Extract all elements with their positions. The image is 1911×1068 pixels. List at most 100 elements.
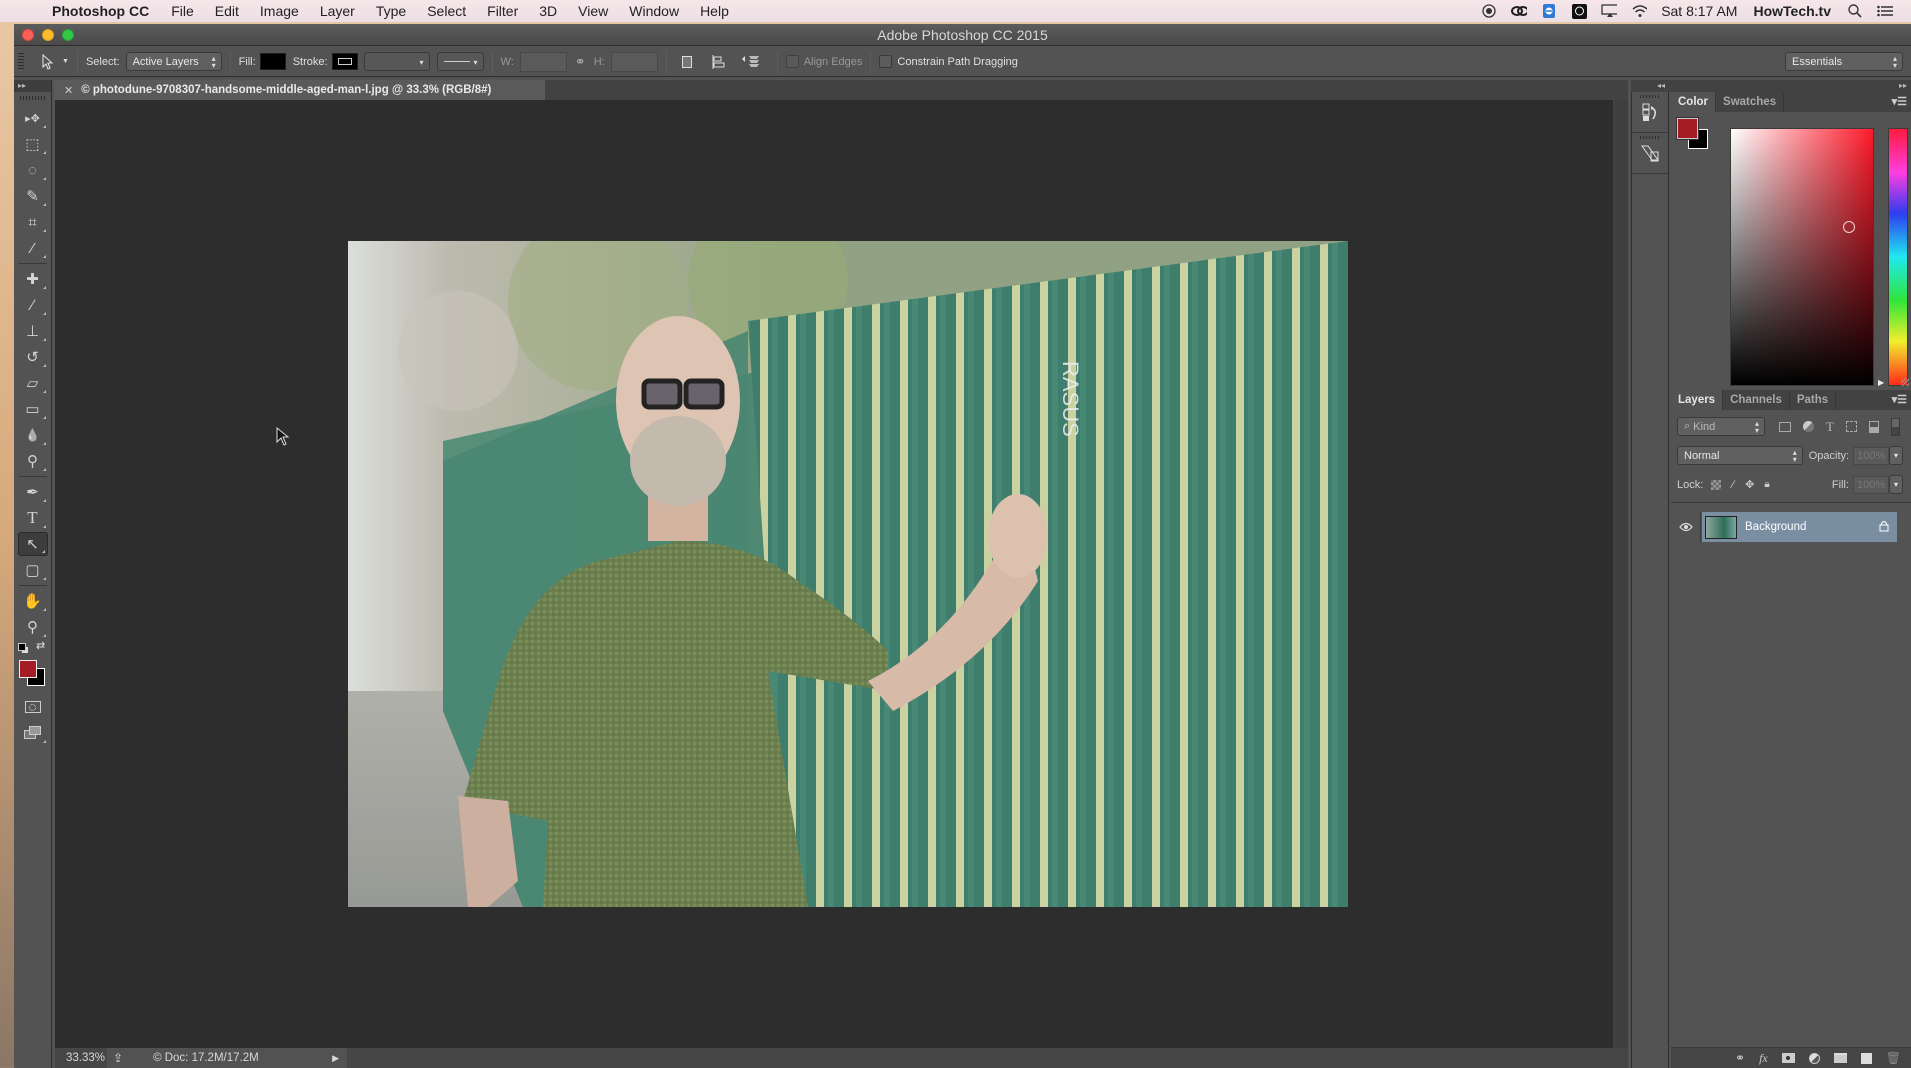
panel-menu-icon[interactable]: ▾☰ <box>1892 393 1907 406</box>
menu-layer[interactable]: Layer <box>320 3 355 19</box>
gradient-tool-button[interactable]: ▭ <box>18 397 48 421</box>
healing-brush-tool-button[interactable]: ✚ <box>18 267 48 291</box>
path-arrangement-button[interactable] <box>737 53 765 71</box>
filter-toggle-switch[interactable] <box>1890 417 1900 436</box>
zoom-level[interactable]: 33.33% <box>55 1052 107 1064</box>
creative-cloud-icon[interactable] <box>1511 3 1528 19</box>
layer-style-fx-icon[interactable]: fx <box>1759 1051 1768 1066</box>
tab-swatches[interactable]: Swatches <box>1716 92 1785 112</box>
wifi-icon[interactable] <box>1631 3 1648 19</box>
marquee-tool-button[interactable]: ⬚ <box>18 132 48 156</box>
swap-colors-icon[interactable]: ⇄ <box>36 639 45 652</box>
filter-pixel-icon[interactable] <box>1779 421 1791 432</box>
type-tool-button[interactable]: T <box>18 506 48 530</box>
eraser-tool-button[interactable]: ▱ <box>18 371 48 395</box>
properties-panel-button[interactable] <box>1632 133 1668 174</box>
dodge-tool-button[interactable]: ⚲ <box>18 449 48 473</box>
layer-kind-filter[interactable]: ⌕ Kind ▴ ▾ <box>1677 417 1765 436</box>
saturation-brightness-field[interactable] <box>1730 128 1874 386</box>
quick-selection-tool-button[interactable]: ✎ <box>18 184 48 208</box>
height-input[interactable] <box>610 51 658 72</box>
select-dropdown[interactable]: Active Layers ▴ ▾ <box>125 52 222 71</box>
stroke-type-dropdown[interactable]: ▾ <box>436 52 484 71</box>
stroke-width-dropdown[interactable]: ▾ <box>363 52 430 71</box>
canvas-area[interactable]: RASUS <box>55 100 1613 1048</box>
teamviewer-icon[interactable] <box>1541 3 1557 19</box>
align-edges-checkbox[interactable] <box>785 55 799 68</box>
filter-adjustment-icon[interactable] <box>1803 421 1814 432</box>
clone-stamp-tool-button[interactable]: ⊥ <box>18 319 48 343</box>
hue-slider-handle-icon[interactable]: ▶ <box>1878 378 1884 387</box>
document-tab[interactable]: ✕ © photodune-9708307-handsome-middle-ag… <box>54 80 545 100</box>
path-alignment-button[interactable] <box>705 54 733 70</box>
blur-tool-button[interactable]: 💧 <box>18 423 48 447</box>
opacity-dropdown[interactable]: ▾ <box>1889 446 1903 465</box>
path-operations-button[interactable] <box>675 55 699 68</box>
notification-center-icon[interactable] <box>1877 3 1893 19</box>
menu-type[interactable]: Type <box>376 3 406 19</box>
layer-row[interactable]: Background <box>1671 512 1897 542</box>
lasso-tool-button[interactable]: ◌ <box>18 158 48 182</box>
fill-swatch[interactable] <box>259 53 286 70</box>
filter-shape-icon[interactable] <box>1845 421 1857 432</box>
menu-file[interactable]: File <box>171 3 194 19</box>
history-brush-tool-button[interactable]: ↺ <box>18 345 48 369</box>
airplay-icon[interactable] <box>1601 3 1618 19</box>
quick-mask-button[interactable] <box>18 695 48 719</box>
stroke-swatch[interactable] <box>331 53 358 70</box>
menu-window[interactable]: Window <box>629 3 679 19</box>
tools-collapse-button[interactable]: ▸▸ <box>14 80 51 92</box>
lock-image-pixels-icon[interactable]: ∕ <box>1732 479 1734 491</box>
menu-3d[interactable]: 3D <box>539 3 557 19</box>
color-picker-cursor[interactable] <box>1843 221 1856 234</box>
history-panel-button[interactable] <box>1632 92 1668 133</box>
tab-channels[interactable]: Channels <box>1723 390 1790 410</box>
link-layers-icon[interactable]: ⚭ <box>1735 1051 1745 1065</box>
expand-panels-icon[interactable]: ▸▸ <box>1899 81 1907 90</box>
resize-grip-icon[interactable] <box>1901 378 1909 386</box>
constrain-path-dragging-checkbox[interactable] <box>879 55 893 68</box>
menu-app-name[interactable]: Photoshop CC <box>52 3 149 19</box>
new-adjustment-layer-icon[interactable] <box>1808 1052 1820 1064</box>
layer-name[interactable]: Background <box>1745 521 1806 533</box>
user-name[interactable]: HowTech.tv <box>1753 3 1831 19</box>
tab-layers[interactable]: Layers <box>1671 390 1724 410</box>
new-layer-icon[interactable] <box>1860 1052 1872 1064</box>
foreground-color-swatch[interactable] <box>1677 118 1698 139</box>
delete-layer-trash-icon[interactable]: 🗑︎ <box>1886 1051 1901 1065</box>
crop-tool-button[interactable]: ⌗ <box>18 210 48 234</box>
tool-preset-picker[interactable]: ▼ <box>42 53 69 70</box>
vertical-scrollbar[interactable] <box>1613 100 1628 1048</box>
spotlight-search-icon[interactable] <box>1847 3 1863 19</box>
layer-item[interactable]: Background <box>1702 512 1897 542</box>
options-bar-grip[interactable] <box>18 52 24 71</box>
menu-help[interactable]: Help <box>700 3 729 19</box>
tab-paths[interactable]: Paths <box>1790 390 1837 410</box>
lock-transparent-pixels-icon[interactable] <box>1711 479 1722 490</box>
workspace-switcher[interactable]: Essentials ▴ ▾ <box>1785 52 1903 71</box>
share-icon[interactable]: ⇪ <box>113 1051 123 1065</box>
menu-edit[interactable]: Edit <box>215 3 239 19</box>
panel-menu-icon[interactable]: ▾☰ <box>1892 95 1907 108</box>
brush-tool-button[interactable]: ∕ <box>18 293 48 317</box>
zoom-tool-button[interactable]: ⚲ <box>18 615 48 639</box>
document-image[interactable]: RASUS <box>348 241 1348 907</box>
hue-slider[interactable] <box>1888 128 1908 386</box>
move-tool-button[interactable]: ▸✥ <box>18 106 48 130</box>
pen-tool-button[interactable]: ✒ <box>18 480 48 504</box>
menu-image[interactable]: Image <box>260 3 299 19</box>
filter-smart-object-icon[interactable] <box>1868 420 1879 433</box>
hand-tool-button[interactable]: ✋ <box>18 589 48 613</box>
collapse-dock-icon[interactable]: ◂◂ <box>1657 81 1665 90</box>
default-colors-icon[interactable] <box>18 643 26 651</box>
rectangle-tool-button[interactable]: ▢ <box>18 558 48 582</box>
add-mask-icon[interactable] <box>1781 1053 1795 1063</box>
fill-dropdown[interactable]: ▾ <box>1889 475 1903 494</box>
tab-color[interactable]: Color <box>1671 92 1717 112</box>
opacity-input[interactable]: 100% <box>1853 446 1890 465</box>
lock-all-icon[interactable]: 🔒︎ <box>1764 479 1769 490</box>
clock[interactable]: Sat 8:17 AM <box>1661 3 1737 19</box>
accessibility-icon[interactable] <box>1571 3 1587 19</box>
foreground-color-swatch[interactable] <box>19 660 37 678</box>
menu-filter[interactable]: Filter <box>487 3 518 19</box>
